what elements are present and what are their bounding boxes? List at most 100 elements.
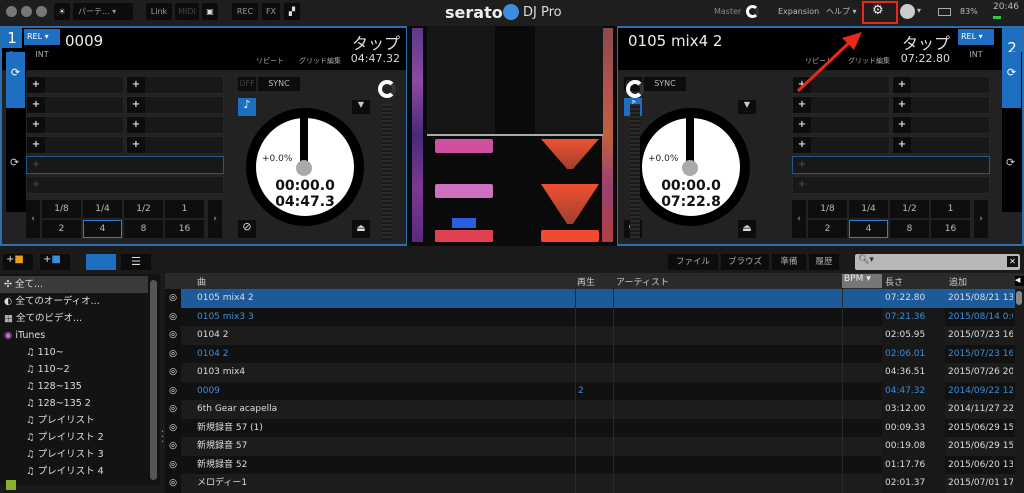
loop-length-button[interactable]: 8	[890, 220, 929, 238]
loop-length-button[interactable]: 16	[931, 220, 970, 238]
table-row[interactable]: ◎ 0009 2 04:47.32 2014/09/22 12:	[165, 381, 1015, 400]
loop-length-button[interactable]: 1/2	[890, 200, 929, 218]
int-button[interactable]: INT	[24, 50, 60, 59]
fx-button[interactable]: FX	[262, 3, 280, 20]
loop-length-button[interactable]: 2	[808, 220, 847, 238]
user-avatar-icon[interactable]	[900, 4, 915, 19]
censor-icon[interactable]: ⊘	[238, 220, 256, 238]
add-cue-icon[interactable]: +	[27, 117, 45, 133]
table-row[interactable]: ◎ 新規録音 57 (1) 00:09.33 2015/06/29 15:	[165, 418, 1015, 437]
add-cue-icon[interactable]: +	[893, 97, 911, 113]
add-cue-icon[interactable]: +	[27, 137, 45, 153]
column-header-length[interactable]: 長さ	[885, 275, 903, 288]
sampler-icon[interactable]: ▞	[284, 3, 300, 20]
sidebar-item[interactable]: ♫ プレイリスト	[26, 412, 95, 429]
library-tab[interactable]: 準備	[772, 254, 806, 270]
sidebar-item[interactable]: ♫ 110~	[26, 344, 64, 361]
help-menu[interactable]: ヘルプ ▾	[826, 6, 857, 17]
cue-point-slot[interactable]: +	[892, 116, 990, 134]
close-window-button[interactable]	[6, 6, 17, 17]
table-scrollbar[interactable]	[1016, 291, 1022, 305]
loop-length-button[interactable]: 1/8	[808, 200, 847, 218]
add-cue-icon[interactable]: +	[127, 117, 145, 133]
add-cue-icon[interactable]: +	[27, 77, 45, 93]
cue-point-slot[interactable]: +	[26, 96, 124, 114]
loop-length-button[interactable]: 4	[849, 220, 888, 238]
detail-view-button[interactable]: ☰	[121, 254, 151, 270]
cue-point-slot[interactable]: +	[792, 96, 890, 114]
loop-next-icon[interactable]: ›	[974, 200, 988, 238]
cue-point-slot[interactable]: +	[892, 96, 990, 114]
add-cue-icon[interactable]: +	[127, 77, 145, 93]
deck-menu-icon[interactable]: ▼	[738, 100, 756, 114]
brightness-icon[interactable]: ☀	[54, 3, 70, 20]
sidebar-item[interactable]: ♫ 128~135 2	[26, 395, 91, 412]
link-button[interactable]: Link	[146, 3, 172, 20]
cue-loop-mode-toggle[interactable]: ⟳	[6, 52, 25, 108]
cue-point-slot[interactable]: +	[892, 136, 990, 154]
add-cue-icon[interactable]: +	[127, 137, 145, 153]
loop-length-button[interactable]: 1/4	[849, 200, 888, 218]
sidebar-item[interactable]: ♫ プレイリスト 3	[26, 446, 104, 463]
cue-point-slot[interactable]: +	[126, 116, 224, 134]
column-scroll-left-icon[interactable]: ◀	[1015, 276, 1024, 286]
sidebar-item[interactable]: ♫ 110~2	[26, 361, 70, 378]
sidebar-item[interactable]: ▦ 全てのビデオ...	[4, 310, 82, 327]
loop-prev-icon[interactable]: ‹	[26, 200, 40, 238]
table-row[interactable]: ◎ メロディー1 02:01.37 2015/07/01 17:	[165, 474, 1015, 493]
settings-gear-icon[interactable]: ⚙	[872, 3, 884, 18]
sidebar-item[interactable]: ◉ iTunes	[4, 327, 45, 344]
gain-knob[interactable]	[378, 80, 396, 98]
loop-length-button[interactable]: 2	[42, 220, 81, 238]
sidebar-item[interactable]: ♫ プレイリスト 4	[26, 463, 104, 480]
sidebar-item[interactable]: ♫ 128~135	[26, 378, 82, 395]
deck-menu-icon[interactable]: ▼	[352, 100, 370, 114]
library-tab[interactable]: ファイル	[668, 254, 718, 270]
library-tab[interactable]: 履歴	[809, 254, 839, 270]
loop-length-button[interactable]: 4	[83, 220, 122, 238]
waveform-overview[interactable]	[407, 26, 617, 246]
add-smart-crate-button[interactable]: +■	[40, 254, 70, 270]
loop-mode-icon[interactable]: ⟳	[10, 156, 19, 169]
eject-icon[interactable]: ⏏	[738, 220, 756, 238]
master-volume-knob[interactable]	[746, 5, 759, 18]
column-header-added[interactable]: 追加	[949, 275, 967, 288]
gain-knob[interactable]	[626, 80, 644, 98]
loop-mode-icon[interactable]: ⟳	[1006, 156, 1015, 169]
expansion-menu[interactable]: Expansion	[778, 7, 819, 16]
zoom-window-button[interactable]	[36, 6, 47, 17]
loop-length-button[interactable]: 1	[165, 200, 204, 218]
table-row[interactable]: ◎ 0103 mix4 04:36.51 2015/07/26 20:	[165, 363, 1015, 382]
loop-length-button[interactable]: 1/8	[42, 200, 81, 218]
table-row[interactable]: ◎ 0105 mix4 2 07:22.80 2015/08/21 13:	[165, 289, 1015, 308]
virtual-platter[interactable]: +0.0% 00:00.0 04:47.3	[246, 108, 364, 226]
add-cue-icon[interactable]: +	[27, 97, 45, 113]
add-cue-icon[interactable]: +	[793, 117, 811, 133]
tap-bpm-button[interactable]: タップ	[352, 30, 400, 54]
cue-point-slot[interactable]: +	[792, 116, 890, 134]
virtual-platter[interactable]: +0.0% 00:00.0 07:22.8	[632, 108, 750, 226]
loop-length-button[interactable]: 8	[124, 220, 163, 238]
column-header-plays[interactable]: 再生	[577, 275, 595, 288]
add-crate-button[interactable]: +■	[3, 254, 33, 270]
minimize-window-button[interactable]	[21, 6, 32, 17]
loop-slot[interactable]: +	[26, 156, 224, 174]
table-row[interactable]: ◎ 6th Gear acapella 03:12.00 2014/11/27 …	[165, 400, 1015, 419]
sync-off-button[interactable]: OFF	[238, 77, 256, 91]
cue-point-slot[interactable]: +	[892, 76, 990, 94]
panel-resize-handle[interactable]: · · ·	[161, 428, 164, 448]
column-header-song[interactable]: 曲	[197, 275, 206, 288]
sync-button[interactable]: SYNC	[644, 77, 686, 91]
pitch-slider[interactable]	[382, 104, 392, 240]
loop-slot[interactable]: +	[792, 156, 990, 174]
cue-loop-mode-toggle[interactable]: ⟳	[1002, 52, 1021, 108]
column-header-bpm[interactable]: BPM ▾	[842, 274, 882, 288]
layout-dropdown[interactable]: パーテ... ▾	[73, 3, 133, 20]
add-loop-icon[interactable]: +	[27, 157, 45, 173]
podcasts-icon[interactable]	[6, 480, 16, 490]
search-input[interactable]: 🔍︎▾ ✕	[855, 254, 1020, 270]
add-cue-icon[interactable]: +	[793, 97, 811, 113]
add-cue-icon[interactable]: +	[793, 137, 811, 153]
add-loop-icon[interactable]: +	[27, 177, 45, 193]
loop-length-button[interactable]: 1/4	[83, 200, 122, 218]
